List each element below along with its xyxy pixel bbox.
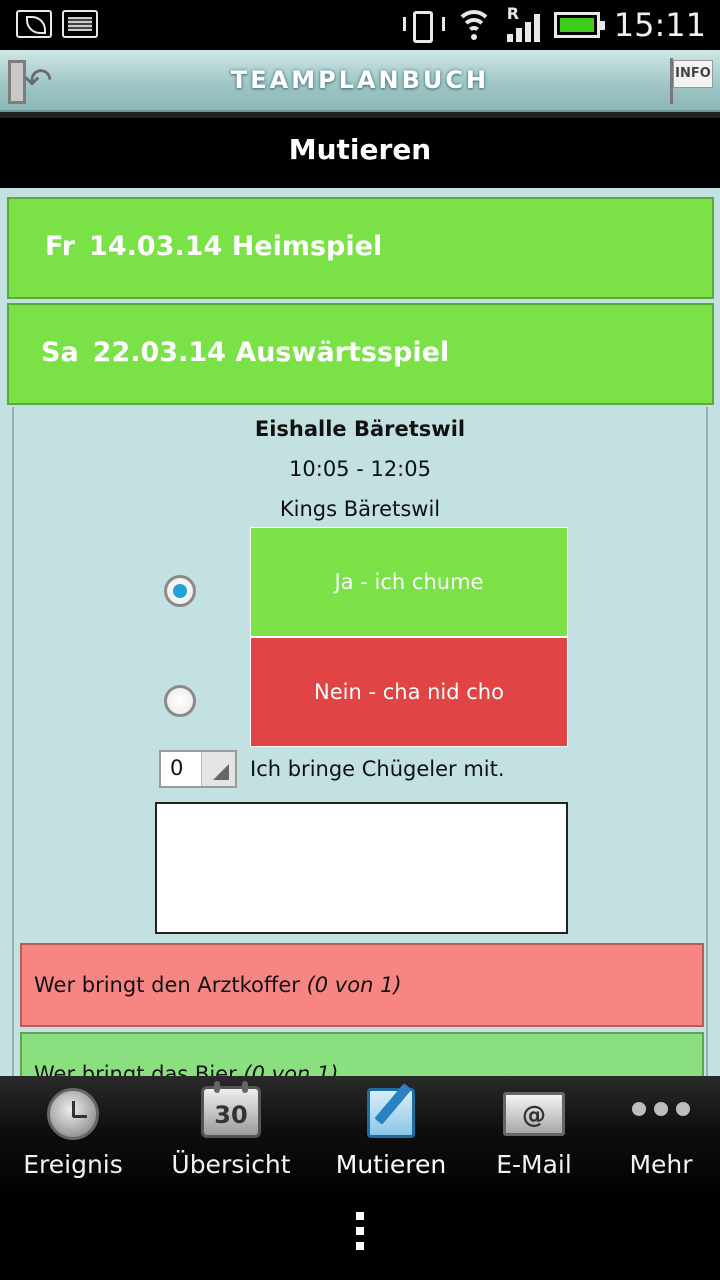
event-day: Sa xyxy=(41,337,79,368)
system-icons: R 15:11 xyxy=(401,4,706,44)
leaf-icon xyxy=(16,10,52,38)
event-date: 14.03.14 xyxy=(89,231,223,262)
tab-label: Übersicht xyxy=(171,1150,291,1179)
tab-label: Mehr xyxy=(629,1150,693,1179)
event-item[interactable]: Fr 14.03.14 Heimspiel xyxy=(7,197,714,299)
event-type: Heimspiel xyxy=(231,231,383,262)
attend-yes-radio[interactable] xyxy=(164,575,196,607)
info-flag-icon: INFO xyxy=(673,60,713,88)
quantity-label: Ich bringe Chügeler mit. xyxy=(250,757,505,781)
tab-email[interactable]: @ E-Mail xyxy=(466,1076,602,1200)
alarm-clock-icon xyxy=(47,1088,99,1140)
page-header: Mutieren xyxy=(0,112,720,188)
tab-mehr[interactable]: Mehr xyxy=(602,1076,720,1200)
event-opponent: Kings Bäretswil xyxy=(279,497,441,521)
content-area[interactable]: Fr 14.03.14 Heimspiel Sa 22.03.14 Auswärts… xyxy=(0,188,720,1076)
mail-icon: @ xyxy=(503,1092,565,1136)
quantity-value: 0 xyxy=(170,756,184,780)
tab-ereignis[interactable]: Ereignis xyxy=(0,1076,146,1200)
task-count: (0 von 1) xyxy=(243,1062,339,1076)
tab-label: Ereignis xyxy=(23,1150,123,1179)
signal-icon: R xyxy=(506,4,540,42)
edit-icon xyxy=(367,1088,415,1138)
task-label: Wer bringt das Bier xyxy=(34,1062,237,1076)
attend-yes-button[interactable]: Ja - ich chume xyxy=(250,527,568,637)
comment-textarea[interactable] xyxy=(155,802,568,934)
wifi-icon xyxy=(454,8,493,42)
app-title: TEAMPLANBUCH xyxy=(230,66,490,94)
task-label: Wer bringt den Arztkoffer xyxy=(34,973,300,997)
status-bar: R 15:11 xyxy=(0,0,720,50)
event-location: Eishalle Bäretswil xyxy=(254,417,466,441)
dropdown-arrow-icon xyxy=(201,752,235,786)
tab-label: E-Mail xyxy=(496,1150,572,1179)
bottom-tab-bar: Ereignis 30 Übersicht Mutieren @ E-Mail … xyxy=(0,1076,720,1200)
event-day: Fr xyxy=(45,231,76,262)
task-item[interactable]: Wer bringt den Arztkoffer (0 von 1) xyxy=(20,943,704,1027)
image-icon xyxy=(62,10,98,38)
page-title: Mutieren xyxy=(288,133,432,166)
task-item[interactable]: Wer bringt das Bier (0 von 1) xyxy=(20,1032,704,1076)
attend-no-radio[interactable] xyxy=(164,685,196,717)
calendar-icon: 30 xyxy=(201,1081,261,1138)
task-count: (0 von 1) xyxy=(306,973,402,997)
event-date: 22.03.14 xyxy=(92,337,226,368)
battery-icon xyxy=(553,12,605,38)
event-item-expanded[interactable]: Sa 22.03.14 Auswärtsspiel xyxy=(7,303,714,405)
tab-uebersicht[interactable]: 30 Übersicht xyxy=(146,1076,316,1200)
more-dots-icon xyxy=(629,1102,693,1118)
notification-icons xyxy=(16,10,98,38)
event-type: Auswärtsspiel xyxy=(235,337,450,368)
overflow-menu-button[interactable] xyxy=(354,1212,366,1252)
vibrate-icon xyxy=(401,7,445,43)
roaming-indicator: R xyxy=(506,4,520,23)
status-clock: 15:11 xyxy=(613,6,706,44)
app-bar: ↶ TEAMPLANBUCH INFO xyxy=(0,50,720,112)
tab-label: Mutieren xyxy=(335,1150,447,1179)
tab-mutieren[interactable]: Mutieren xyxy=(316,1076,466,1200)
attend-no-button[interactable]: Nein - cha nid cho xyxy=(250,637,568,747)
info-button[interactable]: INFO xyxy=(666,56,714,106)
event-detail-panel: Eishalle Bäretswil 10:05 - 12:05 Kings B… xyxy=(12,407,708,1076)
quantity-select[interactable]: 0 xyxy=(159,750,237,788)
event-time: 10:05 - 12:05 xyxy=(289,457,431,481)
system-nav-bar xyxy=(0,1200,720,1280)
